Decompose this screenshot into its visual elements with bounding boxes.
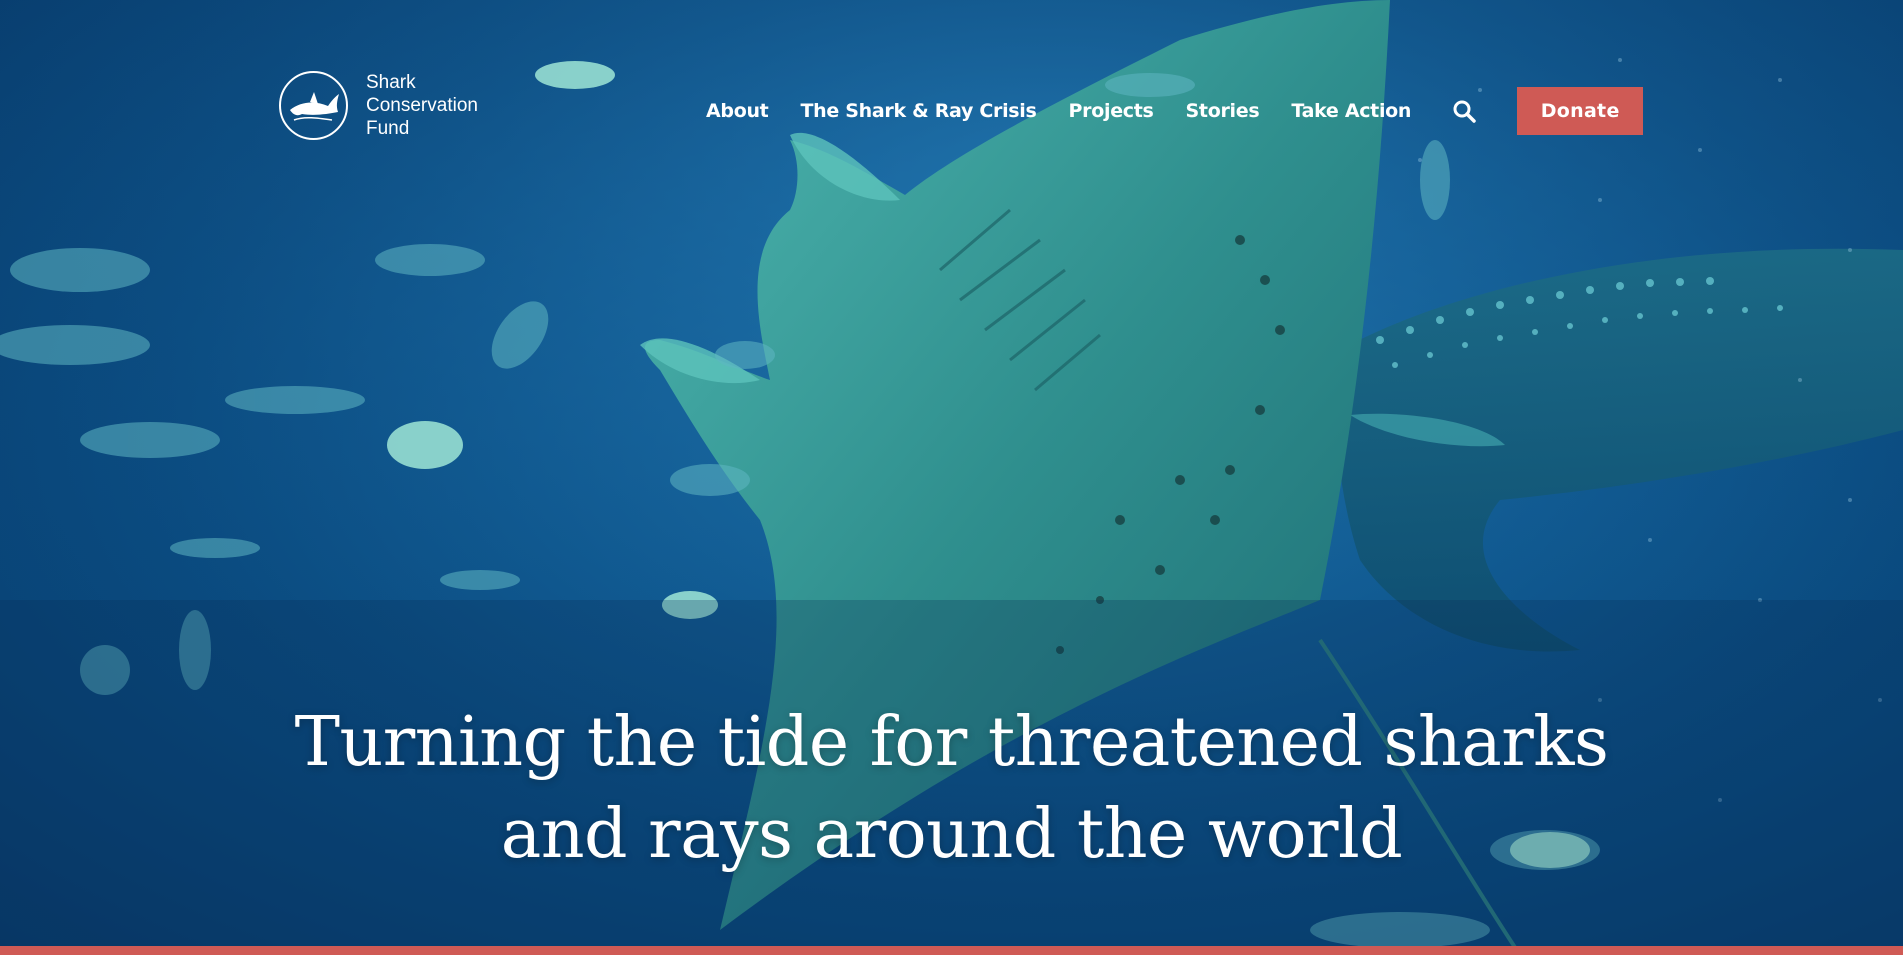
nav-item-shark-ray-crisis[interactable]: The Shark & Ray Crisis [800, 100, 1036, 122]
nav-item-projects[interactable]: Projects [1069, 100, 1154, 122]
accent-bar [0, 946, 1903, 955]
nav-item-stories[interactable]: Stories [1186, 100, 1260, 122]
hero-headline-line-1: Turning the tide for threatened sharks [294, 703, 1609, 782]
search-icon[interactable] [1451, 98, 1477, 124]
shark-logo-icon [279, 71, 348, 140]
main-nav: About The Shark & Ray Crisis Projects St… [706, 87, 1644, 135]
site-logo[interactable]: Shark Conservation Fund [279, 71, 506, 140]
donate-button[interactable]: Donate [1517, 87, 1644, 135]
hero-section: Shark Conservation Fund About The Shark … [0, 0, 1903, 955]
logo-line-3: Fund [366, 118, 410, 139]
hero-headline-line-2: and rays around the world [500, 795, 1403, 874]
nav-item-about[interactable]: About [706, 100, 769, 122]
logo-line-1: Shark [366, 72, 416, 93]
logo-wordmark: Shark Conservation Fund [366, 71, 506, 140]
nav-item-take-action[interactable]: Take Action [1291, 100, 1411, 122]
hero-headline: Turning the tide for threatened sharks a… [0, 697, 1903, 881]
logo-line-2: Conservation [366, 95, 478, 116]
